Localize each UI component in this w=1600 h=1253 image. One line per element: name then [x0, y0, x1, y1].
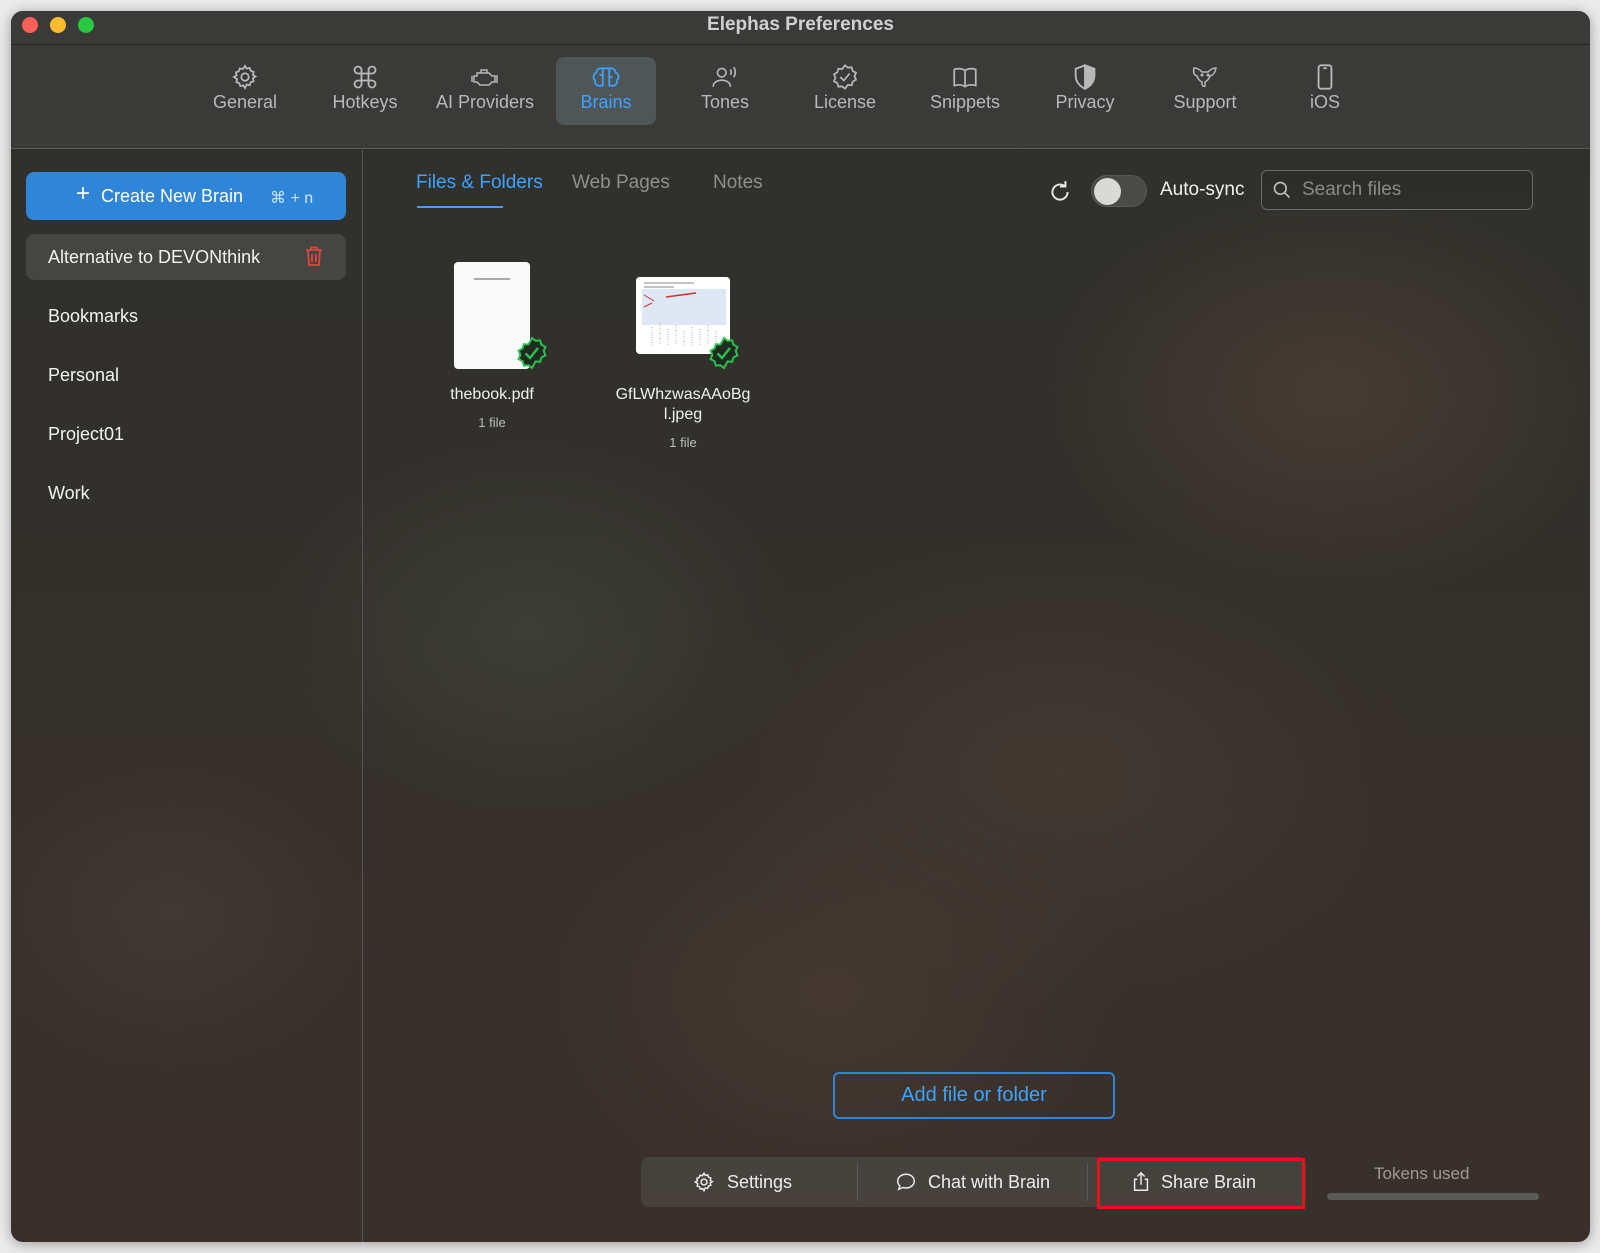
- settings-button-label: Settings: [727, 1172, 793, 1192]
- tab-support-label: Support: [1173, 92, 1237, 112]
- tab-license[interactable]: License: [785, 57, 905, 125]
- preferences-window: Elephas Preferences General Hotkeys AI P…: [11, 11, 1590, 1242]
- tokens-used-label: Tokens used: [1374, 1164, 1470, 1183]
- elephant-icon: [1145, 57, 1265, 91]
- command-icon: [305, 57, 425, 91]
- verified-badge-icon: [785, 57, 905, 91]
- preferences-toolbar: General Hotkeys AI Providers Brains Tone…: [11, 45, 1590, 149]
- title-bar: Elephas Preferences: [11, 11, 1590, 45]
- synced-check-badge-icon: [709, 336, 739, 370]
- file-name: thebook.pdf: [450, 386, 534, 403]
- toggle-knob: [1094, 178, 1121, 205]
- tab-hotkeys[interactable]: Hotkeys: [305, 57, 425, 125]
- create-shortcut-hint: ⌘ + n: [270, 190, 314, 207]
- file-name-line-1: GfLWhzwasAAoBg: [615, 386, 751, 403]
- tab-tones-label: Tones: [700, 92, 750, 112]
- brain-item-label: Personal: [48, 365, 120, 385]
- chat-with-brain-label: Chat with Brain: [928, 1172, 1051, 1192]
- tab-ios[interactable]: iOS: [1265, 57, 1385, 125]
- speaking-person-icon: [665, 57, 785, 91]
- chat-with-brain-button[interactable]: Chat with Brain: [858, 1157, 1087, 1207]
- refresh-icon[interactable]: [1047, 179, 1073, 205]
- synced-check-badge-icon: [517, 336, 547, 370]
- search-field[interactable]: [1261, 170, 1533, 210]
- book-icon: [905, 57, 1025, 91]
- tab-license-label: License: [813, 92, 877, 112]
- brains-sidebar: + Create New Brain ⌘ + n Alternative to …: [11, 150, 363, 1242]
- window-title: Elephas Preferences: [707, 14, 894, 35]
- active-tab-underline: [417, 206, 503, 208]
- tab-notes[interactable]: Notes: [713, 172, 763, 194]
- brain-content-pane: Files & Folders Web Pages Notes Auto-syn…: [364, 150, 1590, 1242]
- brain-item-label: Alternative to DEVONthink: [48, 247, 261, 267]
- tab-snippets[interactable]: Snippets: [905, 57, 1025, 125]
- shield-icon: [1025, 57, 1145, 91]
- trash-icon[interactable]: [304, 245, 324, 267]
- tokens-used-bar: [1327, 1193, 1539, 1200]
- search-icon: [1273, 181, 1291, 199]
- chat-bubble-icon: [897, 1173, 915, 1191]
- create-new-brain-button[interactable]: + Create New Brain ⌘ + n: [26, 172, 346, 220]
- tab-ios-label: iOS: [1309, 92, 1340, 112]
- gear-icon: [693, 1171, 714, 1193]
- brain-item-bookmarks[interactable]: Bookmarks: [26, 293, 346, 339]
- brain-item-label: Bookmarks: [48, 306, 139, 326]
- tab-brains-label: Brains: [580, 92, 632, 112]
- tab-general-label: General: [212, 92, 278, 112]
- tab-support[interactable]: Support: [1145, 57, 1265, 125]
- phone-icon: [1265, 57, 1385, 91]
- tab-ai-providers[interactable]: AI Providers: [425, 57, 545, 125]
- autosync-toggle[interactable]: [1091, 175, 1147, 207]
- pdf-title-line: [474, 278, 510, 280]
- file-name-line-2: l.jpeg: [663, 406, 703, 423]
- brain-item-label: Work: [48, 483, 90, 503]
- gear-icon: [185, 57, 305, 91]
- file-count: 1 file: [478, 415, 506, 430]
- brain-item-project01[interactable]: Project01: [26, 411, 346, 457]
- brain-item-alternative-to-devonthink[interactable]: Alternative to DEVONthink: [26, 234, 346, 280]
- file-card-pdf[interactable]: thebook.pdf 1 file: [407, 385, 577, 430]
- tab-web-pages[interactable]: Web Pages: [572, 172, 670, 194]
- tab-files-folders[interactable]: Files & Folders: [416, 172, 543, 194]
- tab-snippets-label: Snippets: [929, 92, 1001, 112]
- tab-brains[interactable]: Brains: [556, 57, 656, 125]
- share-brain-highlight-box: [1097, 1158, 1305, 1209]
- plus-icon: +: [76, 180, 91, 207]
- file-count: 1 file: [669, 435, 697, 450]
- tab-privacy-label: Privacy: [1055, 92, 1115, 112]
- brain-icon: [556, 57, 656, 91]
- file-card-jpeg[interactable]: GfLWhzwasAAoBg l.jpeg 1 file: [598, 385, 768, 450]
- engine-icon: [425, 57, 545, 91]
- tab-privacy[interactable]: Privacy: [1025, 57, 1145, 125]
- settings-button[interactable]: Settings: [641, 1157, 857, 1207]
- autosync-label: Auto-sync: [1160, 179, 1245, 200]
- brain-item-personal[interactable]: Personal: [26, 352, 346, 398]
- brain-item-work[interactable]: Work: [26, 470, 346, 516]
- tab-tones[interactable]: Tones: [665, 57, 785, 125]
- tab-ai-providers-label: AI Providers: [435, 92, 535, 112]
- search-input[interactable]: [1302, 177, 1522, 203]
- tab-general[interactable]: General: [185, 57, 305, 125]
- tab-hotkeys-label: Hotkeys: [332, 92, 398, 112]
- brain-item-label: Project01: [48, 424, 125, 444]
- create-new-brain-label: Create New Brain: [101, 186, 244, 206]
- add-file-or-folder-button[interactable]: Add file or folder: [833, 1072, 1115, 1119]
